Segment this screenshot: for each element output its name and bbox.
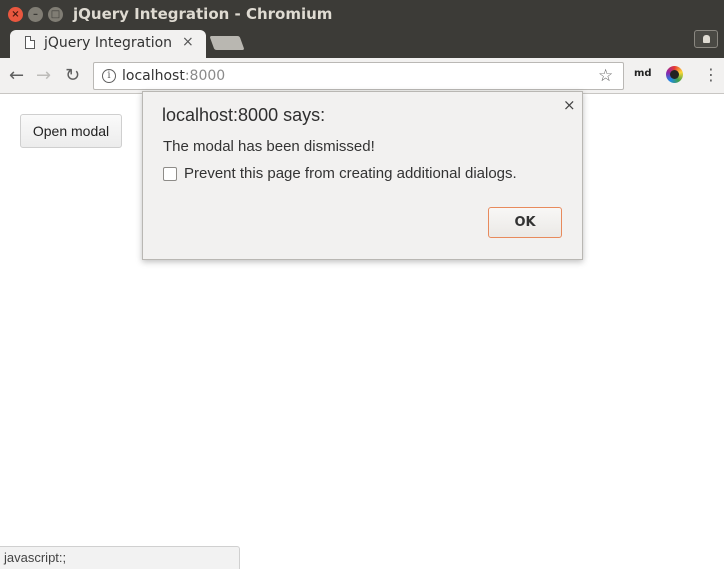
person-icon <box>703 35 710 43</box>
ok-button[interactable]: OK <box>488 207 562 238</box>
status-bubble: javascript:; <box>0 546 240 569</box>
window-title: jQuery Integration - Chromium <box>73 5 333 23</box>
tab-title: jQuery Integration <box>44 35 173 51</box>
tab-close-icon[interactable]: × <box>182 34 194 50</box>
window-minimize-button[interactable]: – <box>28 7 43 22</box>
reload-icon[interactable]: ↻ <box>65 65 80 86</box>
url-host: localhost <box>122 68 185 84</box>
md-extension-icon[interactable]: md <box>634 68 652 79</box>
dialog-message: The modal has been dismissed! <box>163 138 375 155</box>
address-bar[interactable]: i localhost:8000 ☆ <box>93 62 624 90</box>
url-text: localhost:8000 <box>122 68 225 84</box>
prevent-dialogs-checkbox[interactable] <box>163 167 177 181</box>
menu-icon[interactable]: ⋮ <box>703 65 719 84</box>
page-icon <box>25 36 35 49</box>
new-tab-button[interactable] <box>209 36 245 50</box>
prevent-dialogs-label[interactable]: Prevent this page from creating addition… <box>184 165 517 182</box>
url-port: :8000 <box>184 68 226 84</box>
dialog-title: localhost:8000 says: <box>162 105 326 125</box>
color-extension-icon[interactable] <box>666 66 683 83</box>
browser-window: × – □ jQuery Integration - Chromium jQue… <box>0 0 724 569</box>
toolbar: ← → ↻ i localhost:8000 ☆ md ⋮ <box>0 58 724 94</box>
forward-arrow-icon[interactable]: → <box>36 65 51 86</box>
title-bar: × – □ jQuery Integration - Chromium <box>0 0 724 30</box>
back-arrow-icon[interactable]: ← <box>9 65 24 86</box>
window-close-button[interactable]: × <box>8 7 23 22</box>
open-modal-button[interactable]: Open modal <box>20 114 122 148</box>
window-maximize-button[interactable]: □ <box>48 7 63 22</box>
tab-strip: jQuery Integration × <box>0 28 724 58</box>
profile-button[interactable] <box>694 30 718 48</box>
bookmark-star-icon[interactable]: ☆ <box>598 66 613 86</box>
dialog-close-icon[interactable]: × <box>563 96 576 114</box>
tab-jquery-integration[interactable]: jQuery Integration × <box>10 30 206 58</box>
info-icon[interactable]: i <box>102 69 116 83</box>
alert-dialog: × localhost:8000 says: The modal has bee… <box>142 91 583 260</box>
